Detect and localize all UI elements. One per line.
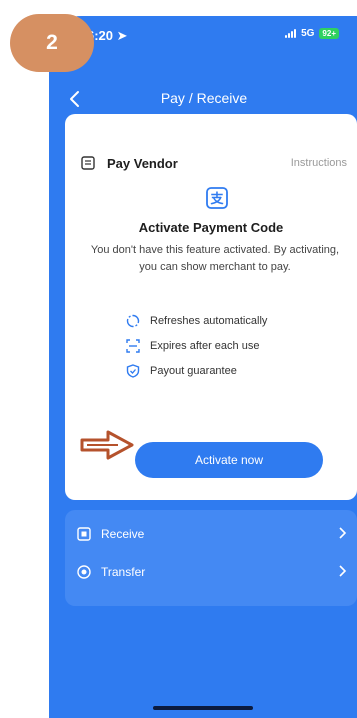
battery-icon: 92+ xyxy=(319,28,339,39)
feature-refresh: Refreshes automatically xyxy=(126,312,267,330)
page-title: Pay / Receive xyxy=(160,90,248,106)
shield-icon xyxy=(126,364,140,378)
feature-label: Expires after each use xyxy=(150,340,260,352)
feature-label: Payout guarantee xyxy=(150,365,237,377)
location-arrow-icon: ➤ xyxy=(116,28,128,43)
chevron-right-icon xyxy=(339,565,347,577)
receive-icon xyxy=(77,527,91,541)
card-header: Pay Vendor Instructions xyxy=(81,154,347,174)
list-item-receive[interactable]: Receive xyxy=(65,516,357,552)
transfer-icon xyxy=(77,565,91,579)
activate-now-button[interactable]: Activate now xyxy=(135,442,323,478)
activate-heading: Activate Payment Code xyxy=(138,220,284,235)
home-indicator xyxy=(153,706,253,710)
activate-description: You don't have this feature activated. B… xyxy=(90,244,340,273)
status-bar: 6:20 ➤ 5G 92+ xyxy=(49,16,357,56)
signal-icon xyxy=(285,29,297,38)
card-title: Pay Vendor xyxy=(107,156,178,171)
actions-list: Receive Transfer xyxy=(65,510,357,606)
list-item-label: Transfer xyxy=(101,565,146,579)
document-icon xyxy=(81,156,95,170)
alipay-logo-icon: 支 xyxy=(206,187,228,209)
arrow-pointer-icon xyxy=(80,430,134,460)
scan-icon xyxy=(126,339,140,353)
feature-guarantee: Payout guarantee xyxy=(126,362,237,380)
step-number-badge: 2 xyxy=(10,14,94,72)
feature-expires: Expires after each use xyxy=(126,337,259,355)
phone-screen: 6:20 ➤ 5G 92+ Pay / Receive Pay Vendor I… xyxy=(49,16,357,718)
chevron-right-icon xyxy=(339,527,347,539)
nav-bar: Pay / Receive xyxy=(49,86,357,114)
instructions-link[interactable]: Instructions xyxy=(291,157,347,169)
feature-label: Refreshes automatically xyxy=(150,315,268,327)
list-item-transfer[interactable]: Transfer xyxy=(65,554,357,590)
list-item-label: Receive xyxy=(101,527,145,541)
network-type: 5G xyxy=(301,28,315,39)
svg-text:支: 支 xyxy=(209,191,224,207)
network-status: 5G 92+ xyxy=(285,28,339,39)
refresh-icon xyxy=(126,314,140,328)
